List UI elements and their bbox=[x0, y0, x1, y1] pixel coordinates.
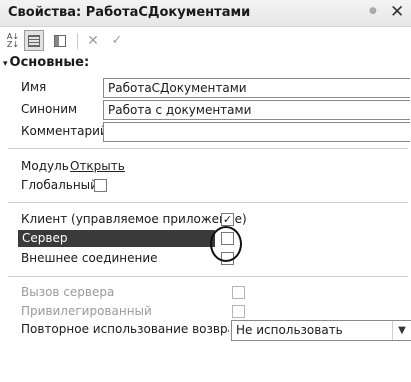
collapse-arrow-icon[interactable]: ▾ bbox=[3, 59, 8, 69]
module-label: Модуль bbox=[21, 159, 69, 173]
reuse-values-label: Повторное использование возвращаемых зна… bbox=[21, 322, 229, 336]
server-label: Сервер bbox=[22, 231, 68, 245]
categories-icon[interactable] bbox=[24, 30, 44, 51]
section-header-main[interactable]: ▾ Основные: bbox=[3, 55, 89, 70]
server-row-selected[interactable]: Сервер bbox=[18, 230, 215, 247]
title-bar: Свойства: РаботаСДокументами ● ✕ bbox=[0, 0, 411, 27]
divider bbox=[8, 148, 408, 149]
toolbar: A↓ Z↓ ✕ ✓ bbox=[0, 27, 411, 54]
global-checkbox[interactable] bbox=[94, 179, 107, 192]
alphabetical-sort-icon[interactable]: A↓ Z↓ bbox=[5, 30, 21, 51]
synonym-label: Синоним bbox=[21, 102, 78, 116]
close-icon[interactable]: ✕ bbox=[390, 2, 404, 22]
divider bbox=[8, 202, 408, 203]
comment-field[interactable] bbox=[103, 122, 410, 142]
open-module-link[interactable]: Открыть bbox=[70, 159, 125, 173]
categories-glyph bbox=[28, 34, 40, 47]
annotation-circle bbox=[210, 226, 242, 262]
privileged-checkbox[interactable] bbox=[232, 305, 245, 318]
name-label: Имя bbox=[21, 80, 47, 94]
synonym-field[interactable]: Работа с документами bbox=[103, 100, 410, 120]
server-call-label: Вызов сервера bbox=[21, 285, 115, 299]
client-label: Клиент (управляемое приложение) bbox=[21, 212, 247, 226]
confirm-icon[interactable]: ✓ bbox=[108, 30, 126, 51]
server-call-checkbox[interactable] bbox=[232, 286, 245, 299]
chevron-down-icon[interactable]: ▼ bbox=[392, 321, 411, 340]
sort-bottom-glyph: Z↓ bbox=[6, 39, 20, 49]
filter-icon[interactable] bbox=[50, 30, 70, 51]
toolbar-separator bbox=[77, 33, 78, 49]
cancel-icon[interactable]: ✕ bbox=[84, 30, 102, 51]
reuse-values-value: Не использовать bbox=[236, 323, 343, 337]
global-label: Глобальный bbox=[21, 178, 98, 192]
section-title: Основные: bbox=[9, 55, 90, 70]
window-title: Свойства: РаботаСДокументами bbox=[8, 5, 251, 20]
filter-glyph bbox=[54, 34, 66, 47]
client-checkbox[interactable]: ✓ bbox=[221, 213, 234, 226]
comment-label: Комментарий bbox=[21, 124, 108, 138]
name-field[interactable]: РаботаСДокументами bbox=[103, 78, 410, 98]
external-connection-label: Внешнее соединение bbox=[21, 251, 158, 265]
pin-icon[interactable]: ● bbox=[369, 6, 377, 16]
divider bbox=[8, 276, 408, 277]
reuse-values-select[interactable]: Не использовать ▼ bbox=[231, 320, 411, 341]
privileged-label: Привилегированный bbox=[21, 304, 152, 318]
